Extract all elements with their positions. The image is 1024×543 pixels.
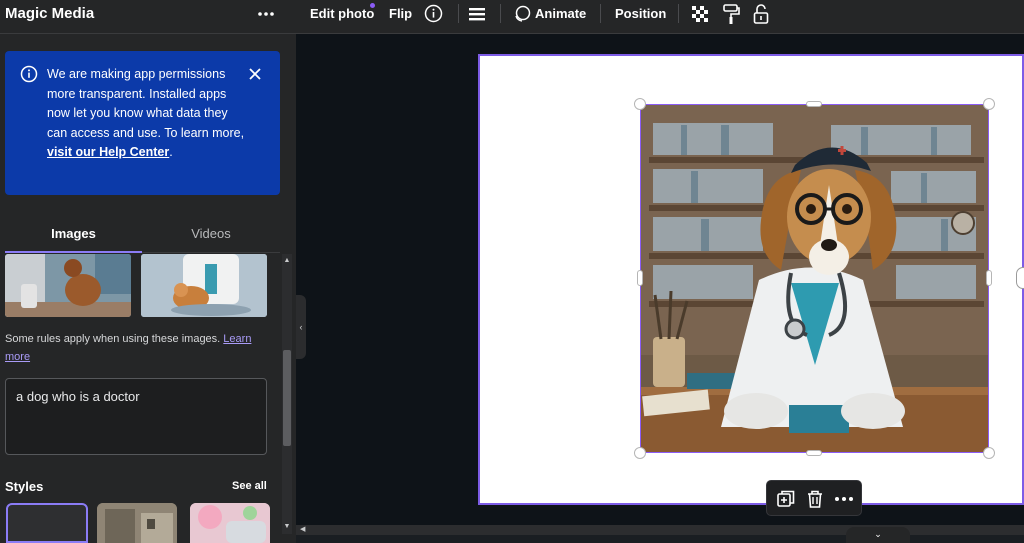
info-icon[interactable] xyxy=(424,4,443,23)
style-option-illustration[interactable] xyxy=(190,503,270,543)
toolbar-divider xyxy=(678,4,679,23)
menu-lines-icon[interactable] xyxy=(467,5,487,23)
permissions-notice: We are making app permissions more trans… xyxy=(5,51,280,195)
duplicate-icon[interactable] xyxy=(775,488,797,510)
flip-button[interactable]: Flip xyxy=(389,0,412,28)
info-icon xyxy=(20,65,38,83)
scroll-down-arrow[interactable]: ▼ xyxy=(283,522,291,532)
app-root: Magic Media We are making app permission… xyxy=(0,0,1024,543)
resize-handle-bottom[interactable] xyxy=(806,450,822,456)
transparency-icon[interactable] xyxy=(690,4,710,24)
lock-icon[interactable] xyxy=(752,3,770,25)
chevron-left-icon: ‹ xyxy=(299,322,303,332)
notice-end: . xyxy=(169,145,173,159)
help-center-link[interactable]: visit our Help Center xyxy=(47,145,169,159)
resize-handle-top-left[interactable] xyxy=(634,98,646,110)
scroll-up-arrow[interactable]: ▲ xyxy=(283,256,291,266)
tab-images[interactable]: Images xyxy=(5,220,142,253)
resize-handle-right[interactable] xyxy=(986,270,992,286)
more-dots-icon[interactable] xyxy=(833,488,855,510)
panel-header: Magic Media xyxy=(0,0,296,34)
toolbar-divider xyxy=(458,4,459,23)
toolbar-divider xyxy=(600,4,601,23)
see-all-styles-link[interactable]: See all xyxy=(232,480,267,492)
new-feature-dot xyxy=(370,3,375,8)
editor-toolbar: Edit photo Flip Animate Position xyxy=(296,0,1024,34)
close-icon[interactable] xyxy=(247,66,263,82)
selected-image-dog-doctor[interactable] xyxy=(640,104,989,453)
scrollbar-track xyxy=(296,525,1024,535)
position-button[interactable]: Position xyxy=(615,0,666,28)
animate-button[interactable]: Animate xyxy=(535,0,586,28)
more-dots-icon xyxy=(258,12,274,16)
media-tabs: Images Videos xyxy=(0,220,280,253)
panel-title: Magic Media xyxy=(5,5,95,22)
edit-photo-button[interactable]: Edit photo xyxy=(310,0,374,28)
chevron-down-icon: ⌄ xyxy=(874,529,882,539)
style-option-none[interactable] xyxy=(6,503,88,543)
toolbar-divider xyxy=(500,4,501,23)
style-option-photo[interactable] xyxy=(97,503,177,543)
scroll-left-arrow[interactable]: ◀ xyxy=(300,525,305,535)
resize-handle-top-right[interactable] xyxy=(983,98,995,110)
styles-heading: Styles xyxy=(5,479,44,494)
animate-icon[interactable] xyxy=(512,4,532,24)
pages-toggle-button[interactable]: ⌄ xyxy=(846,527,910,543)
resize-handle-top[interactable] xyxy=(806,101,822,107)
paint-roller-icon[interactable] xyxy=(722,3,740,25)
tab-videos[interactable]: Videos xyxy=(142,220,280,253)
scrollbar-thumb[interactable] xyxy=(283,350,291,446)
side-panel: Magic Media We are making app permission… xyxy=(0,0,296,543)
page-edge-handle[interactable] xyxy=(1016,267,1024,289)
resize-handle-bottom-left[interactable] xyxy=(634,447,646,459)
prompt-input[interactable]: a dog who is a doctor xyxy=(5,378,267,455)
generated-images-grid xyxy=(5,254,281,318)
generated-image-thumbnail[interactable] xyxy=(141,254,267,317)
notice-text: We are making app permissions more trans… xyxy=(47,65,247,163)
trash-icon[interactable] xyxy=(804,488,826,510)
element-context-toolbar xyxy=(766,480,862,516)
usage-rules: Some rules apply when using these images… xyxy=(5,330,275,366)
notice-body: We are making app permissions more trans… xyxy=(47,67,245,140)
rules-text: Some rules apply when using these images… xyxy=(5,333,224,345)
resize-handle-left[interactable] xyxy=(637,270,643,286)
panel-scrollbar[interactable]: ▲ ▼ xyxy=(282,254,292,534)
collapse-panel-button[interactable]: ‹ xyxy=(296,295,306,359)
resize-handle-bottom-right[interactable] xyxy=(983,447,995,459)
generated-image-thumbnail[interactable] xyxy=(5,254,131,317)
canvas-horizontal-scrollbar[interactable]: ◀ xyxy=(296,525,1024,543)
more-options-button[interactable] xyxy=(252,2,280,26)
